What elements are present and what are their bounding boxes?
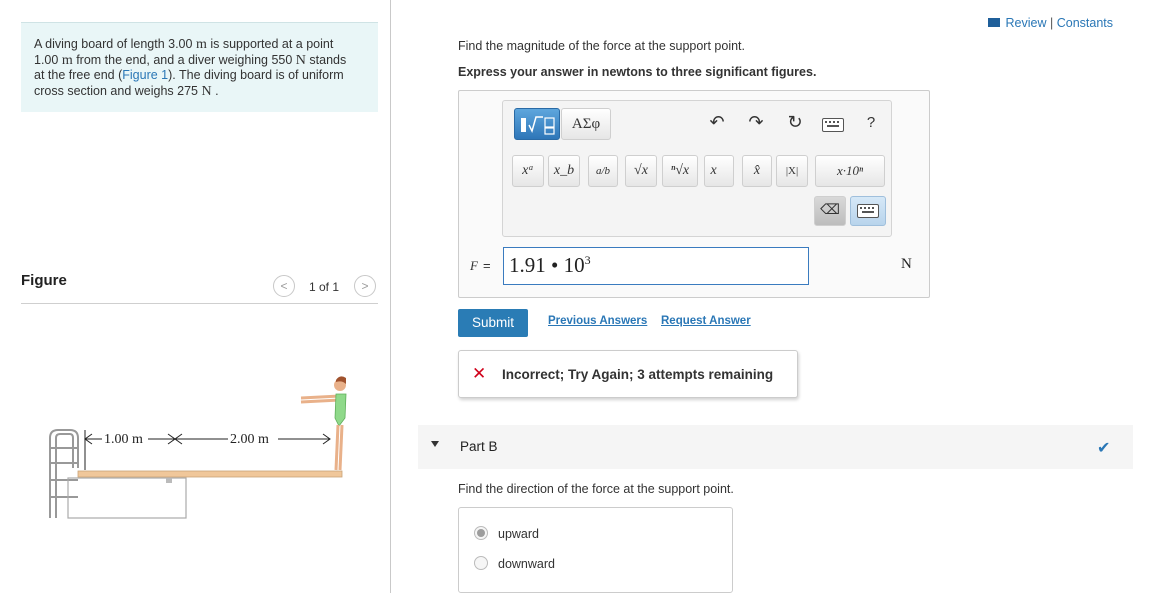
part-b-question: Find the direction of the force at the s…: [458, 482, 734, 496]
figure-link[interactable]: Figure 1: [122, 68, 168, 82]
feedback-message: Incorrect; Try Again; 3 attempts remaini…: [502, 367, 774, 382]
platform-shape: [67, 477, 187, 519]
review-link[interactable]: Review: [1006, 16, 1047, 30]
nth-root-button[interactable]: ⁿ√x: [662, 155, 698, 187]
problem-text-segment: ). The diving board is of uniform: [168, 68, 344, 82]
problem-text-segment: stands: [305, 52, 347, 67]
redo-icon[interactable]: ↷: [745, 112, 767, 133]
equals-sign: =: [483, 258, 491, 273]
superscript-button[interactable]: xᵃ: [512, 155, 544, 187]
part-a-question: Find the magnitude of the force at the s…: [458, 39, 745, 53]
undo-icon[interactable]: ↶: [706, 112, 728, 133]
backspace-button[interactable]: ⌫: [814, 196, 846, 226]
variable-label: F: [470, 258, 478, 273]
problem-text-segment: N: [295, 52, 306, 68]
problem-text-segment: m: [192, 37, 207, 52]
answer-input[interactable]: 1.91 • 103: [503, 247, 809, 285]
chevron-right-icon: >: [361, 279, 369, 293]
problem-statement: A diving board of length 3.00 m is suppo…: [21, 22, 378, 112]
unit-vector-button[interactable]: x̂: [742, 155, 772, 187]
options-box: [458, 507, 733, 593]
problem-text-segment: at the free end (: [34, 68, 123, 82]
diver-figure: [300, 376, 347, 471]
keyboard-icon[interactable]: [822, 118, 844, 132]
fraction-button[interactable]: a/b: [588, 155, 618, 187]
ladder-shape: [49, 429, 79, 518]
part-a-instructions: Express your answer in newtons to three …: [458, 65, 817, 79]
answer-base: 10: [563, 253, 585, 277]
templates-button[interactable]: [514, 108, 560, 140]
support-point-shape: [166, 477, 172, 483]
figure-heading: Figure: [21, 272, 67, 289]
dim-label-left: 1.00 m: [104, 432, 143, 447]
vector-button[interactable]: x⃗: [704, 155, 734, 187]
option-label-upward[interactable]: upward: [498, 527, 539, 541]
diving-board-figure: 1.00 m 2.00 m: [49, 376, 347, 519]
option-label-downward[interactable]: downward: [498, 557, 555, 571]
reset-icon[interactable]: ↻: [783, 112, 807, 133]
error-x-icon: ✕: [472, 364, 487, 383]
answer-mantissa: 1.91: [509, 253, 546, 277]
problem-text-segment: m: [58, 52, 73, 68]
figure-next-button[interactable]: >: [354, 275, 376, 297]
problem-text-segment: cross section and weighs 275: [34, 83, 202, 98]
help-icon[interactable]: ?: [862, 114, 880, 131]
link-separator: |: [1046, 16, 1057, 30]
greek-symbols-button[interactable]: ΑΣφ: [561, 108, 611, 140]
absolute-value-button[interactable]: |X|: [776, 155, 808, 187]
templates-icon: [521, 116, 555, 135]
chevron-left-icon: <: [280, 279, 288, 293]
submit-button[interactable]: Submit: [458, 309, 528, 337]
request-answer-link[interactable]: Request Answer: [661, 315, 751, 327]
problem-text-segment: .: [211, 83, 219, 98]
keyboard-toggle-button[interactable]: [850, 196, 886, 226]
dim-label-right: 2.00 m: [230, 432, 269, 447]
constants-link[interactable]: Constants: [1057, 16, 1113, 30]
figure-prev-button[interactable]: <: [273, 275, 295, 297]
figure-pager-label: 1 of 1: [309, 280, 340, 294]
column-divider: [390, 0, 391, 593]
problem-text-segment: N: [201, 83, 212, 99]
part-b-title[interactable]: Part B: [460, 439, 498, 454]
review-constants-links: Review | Constants: [987, 16, 1113, 30]
diving-board-shape: [77, 470, 343, 478]
problem-text-segment: from the end, and a diver weighing 550: [72, 52, 296, 67]
problem-text-segment: 3.00: [168, 37, 193, 51]
scientific-notation-button[interactable]: x·10ⁿ: [815, 155, 885, 187]
square-root-button[interactable]: √x: [625, 155, 657, 187]
problem-text-segment: A diving board of length: [34, 37, 169, 51]
answer-exponent: 3: [584, 253, 591, 267]
previous-answers-link[interactable]: Previous Answers: [548, 315, 647, 327]
subscript-button[interactable]: x_b: [548, 155, 580, 187]
backspace-icon: ⌫: [820, 203, 840, 218]
book-icon: [987, 18, 1000, 27]
problem-text-segment: is supported at a point: [206, 37, 334, 51]
checkmark-icon: ✔: [1097, 440, 1111, 457]
problem-text-segment: 1.00: [34, 52, 59, 67]
part-b-header[interactable]: [418, 425, 1133, 469]
keyboard-icon: [857, 204, 879, 218]
answer-times-dot: •: [545, 253, 564, 277]
unit-label: N: [901, 256, 912, 272]
caret-down-icon[interactable]: [431, 441, 439, 447]
figure-divider: [21, 303, 378, 304]
radio-downward[interactable]: [474, 556, 488, 570]
radio-upward[interactable]: [474, 526, 488, 540]
